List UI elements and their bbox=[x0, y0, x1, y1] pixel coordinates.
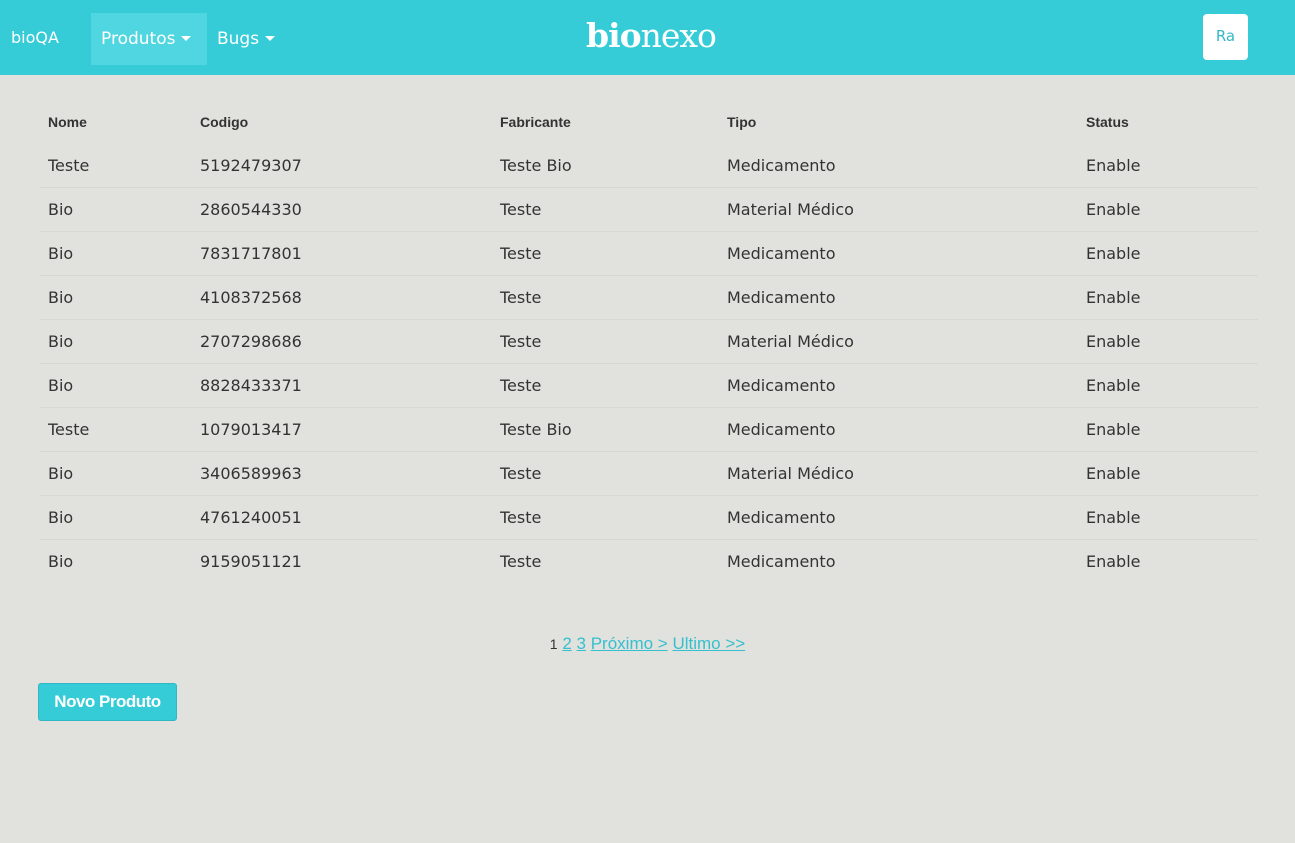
cell-fabricante: Teste bbox=[492, 495, 719, 540]
cell-tipo: Material Médico bbox=[719, 187, 1078, 232]
cell-tipo: Medicamento bbox=[719, 495, 1078, 540]
pagination-page-3[interactable]: 3 bbox=[577, 634, 586, 653]
navbar: bioQA Produtos Bugs bionexo Ra bbox=[0, 0, 1295, 75]
user-menu-button[interactable]: Ra bbox=[1203, 14, 1248, 60]
column-header-codigo: Codigo bbox=[200, 114, 249, 130]
brand-link[interactable]: bioQA bbox=[11, 28, 59, 48]
cell-fabricante: Teste bbox=[492, 231, 719, 276]
table-row[interactable]: Bio 2707298686 Teste Material Médico Enable bbox=[40, 319, 1258, 364]
cell-tipo: Medicamento bbox=[719, 231, 1078, 276]
cell-tipo: Medicamento bbox=[727, 156, 836, 175]
table-row[interactable]: Teste 5192479307 Teste Bio Medicamento Enabl… bbox=[40, 144, 1258, 188]
cell-codigo: 3406589963 bbox=[192, 451, 492, 496]
cell-fabricante: Teste bbox=[492, 275, 719, 320]
column-header-nome: Nome bbox=[48, 114, 87, 130]
cell-status: Enable bbox=[1078, 451, 1258, 496]
cell-nome: Teste bbox=[40, 407, 192, 452]
cell-codigo: 4761240051 bbox=[192, 495, 492, 540]
cell-fabricante: Teste Bio bbox=[500, 156, 572, 175]
cell-nome: Bio bbox=[40, 539, 192, 583]
cell-codigo: 2707298686 bbox=[192, 319, 492, 364]
cell-tipo: Medicamento bbox=[719, 539, 1078, 583]
cell-nome: Bio bbox=[40, 451, 192, 496]
cell-nome: Bio bbox=[40, 187, 192, 232]
table-row[interactable]: Bio 2860544330 Teste Material Médico Enable bbox=[40, 187, 1258, 232]
cell-codigo: 2860544330 bbox=[192, 187, 492, 232]
cell-nome: Bio bbox=[40, 275, 192, 320]
pagination: 1 2 3 Próximo > Ultimo >> bbox=[0, 634, 1295, 654]
caret-down-icon bbox=[181, 35, 192, 41]
cell-tipo: Medicamento bbox=[719, 407, 1078, 452]
cell-status: Enable bbox=[1078, 407, 1258, 452]
table-row[interactable]: Teste 1079013417 Teste Bio Medicamento Enabl… bbox=[40, 407, 1258, 452]
cell-status: Enable bbox=[1086, 156, 1141, 175]
cell-codigo: 8828433371 bbox=[192, 363, 492, 408]
table-row[interactable]: Bio 4761240051 Teste Medicamento Enable bbox=[40, 495, 1258, 540]
pagination-last-link[interactable]: Ultimo >> bbox=[672, 634, 745, 653]
cell-fabricante: Teste Bio bbox=[492, 407, 719, 452]
cell-nome: Bio bbox=[40, 363, 192, 408]
cell-codigo: 5192479307 bbox=[200, 156, 302, 175]
cell-status: Enable bbox=[1078, 319, 1258, 364]
cell-status: Enable bbox=[1078, 363, 1258, 408]
cell-fabricante: Teste bbox=[492, 539, 719, 583]
nav-produtos-label: Produtos bbox=[101, 29, 176, 49]
nav-bugs-label: Bugs bbox=[217, 29, 260, 49]
pagination-next-link[interactable]: Próximo > bbox=[591, 634, 668, 653]
table-header-row: Nome Codigo Fabricante Tipo Status bbox=[40, 100, 1258, 144]
cell-tipo: Medicamento bbox=[719, 363, 1078, 408]
new-product-button[interactable]: Novo Produto bbox=[38, 683, 177, 721]
nav-produtos-dropdown[interactable]: Produtos bbox=[91, 13, 207, 65]
pagination-page-2[interactable]: 2 bbox=[562, 634, 571, 653]
cell-status: Enable bbox=[1078, 539, 1258, 583]
cell-nome: Teste bbox=[48, 156, 90, 175]
table-row[interactable]: Bio 7831717801 Teste Medicamento Enable bbox=[40, 231, 1258, 276]
cell-codigo: 9159051121 bbox=[192, 539, 492, 583]
cell-fabricante: Teste bbox=[492, 187, 719, 232]
cell-status: Enable bbox=[1078, 187, 1258, 232]
cell-nome: Bio bbox=[40, 495, 192, 540]
cell-codigo: 4108372568 bbox=[192, 275, 492, 320]
table-row[interactable]: Bio 9159051121 Teste Medicamento Enable bbox=[40, 539, 1258, 583]
cell-status: Enable bbox=[1078, 275, 1258, 320]
column-header-tipo: Tipo bbox=[727, 114, 757, 130]
cell-codigo: 1079013417 bbox=[192, 407, 492, 452]
nav-bugs-dropdown[interactable]: Bugs bbox=[207, 13, 287, 65]
cell-nome: Bio bbox=[40, 231, 192, 276]
caret-down-icon bbox=[265, 35, 276, 41]
cell-fabricante: Teste bbox=[492, 451, 719, 496]
cell-tipo: Medicamento bbox=[719, 275, 1078, 320]
bionexo-logo: bionexo bbox=[586, 16, 717, 55]
cell-fabricante: Teste bbox=[492, 363, 719, 408]
cell-status: Enable bbox=[1078, 231, 1258, 276]
column-header-fabricante: Fabricante bbox=[500, 114, 571, 130]
cell-codigo: 7831717801 bbox=[192, 231, 492, 276]
table-row[interactable]: Bio 4108372568 Teste Medicamento Enable bbox=[40, 275, 1258, 320]
column-header-status: Status bbox=[1086, 114, 1129, 130]
pagination-current-page: 1 bbox=[549, 636, 558, 652]
table-row[interactable]: Bio 8828433371 Teste Medicamento Enable bbox=[40, 363, 1258, 408]
table-row[interactable]: Bio 3406589963 Teste Material Médico Enable bbox=[40, 451, 1258, 496]
cell-fabricante: Teste bbox=[492, 319, 719, 364]
cell-tipo: Material Médico bbox=[719, 319, 1078, 364]
products-table: Nome Codigo Fabricante Tipo Status Teste… bbox=[40, 100, 1258, 583]
cell-tipo: Material Médico bbox=[719, 451, 1078, 496]
cell-nome: Bio bbox=[40, 319, 192, 364]
cell-status: Enable bbox=[1078, 495, 1258, 540]
